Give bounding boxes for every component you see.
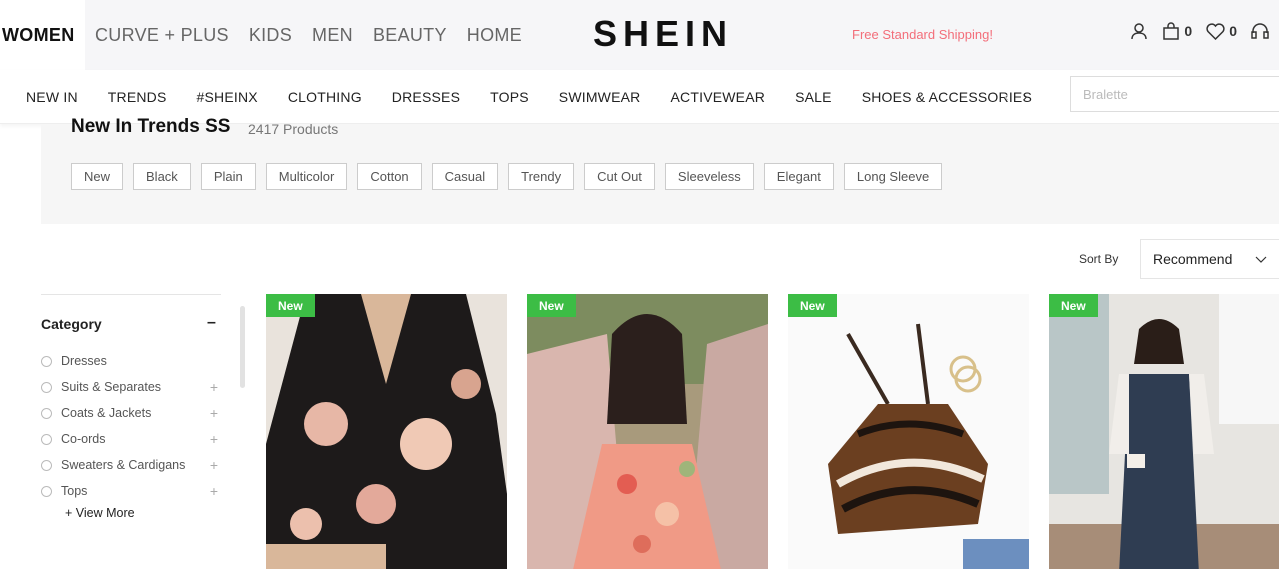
collapse-icon[interactable]: –: [207, 314, 216, 332]
nav-dresses[interactable]: DRESSES: [392, 89, 460, 105]
bag-icon: [1163, 22, 1180, 40]
nav-tops[interactable]: TOPS: [490, 89, 529, 105]
tab-curve-plus[interactable]: CURVE + PLUS: [85, 0, 239, 70]
radio-icon[interactable]: [41, 485, 52, 497]
tag-black[interactable]: Black: [133, 163, 191, 190]
chevron-left-icon[interactable]: ‹: [1004, 88, 1009, 104]
radio-icon[interactable]: [41, 433, 52, 445]
sidebar-item-label: Suits & Separates: [61, 380, 162, 394]
product-card[interactable]: New: [1049, 294, 1279, 569]
sidebar-item-label: Tops: [61, 484, 88, 498]
product-image[interactable]: [788, 294, 1029, 569]
tag-plain[interactable]: Plain: [200, 163, 256, 190]
tag-cotton[interactable]: Cotton: [357, 163, 422, 190]
cart-count: 0: [1184, 23, 1193, 39]
radio-icon[interactable]: [41, 459, 52, 471]
nav-sale[interactable]: SALE: [795, 89, 832, 105]
sidebar-item-coords[interactable]: Co-ords +: [41, 426, 221, 452]
logo[interactable]: SHEIN: [593, 13, 733, 55]
nav-trends[interactable]: TRENDS: [108, 89, 167, 105]
view-more-link[interactable]: + View More: [65, 506, 135, 520]
product-card[interactable]: New: [788, 294, 1029, 569]
sort-value: Recommend: [1153, 251, 1233, 267]
radio-icon[interactable]: [41, 407, 52, 419]
sidebar-title[interactable]: Category: [41, 316, 102, 332]
top-tabs: WOMEN CURVE + PLUS KIDS MEN BEAUTY HOME: [0, 0, 532, 70]
promo-text[interactable]: Free Standard Shipping!: [852, 27, 993, 42]
sidebar-item-suits[interactable]: Suits & Separates +: [41, 374, 221, 400]
tag-cut-out[interactable]: Cut Out: [584, 163, 655, 190]
chevron-right-icon[interactable]: ›: [1023, 88, 1028, 104]
nav-sheinx[interactable]: #SHEINX: [197, 89, 258, 105]
sidebar-item-label: Sweaters & Cardigans: [61, 458, 186, 472]
product-image[interactable]: [266, 294, 507, 569]
expand-icon[interactable]: +: [210, 405, 218, 421]
tab-beauty[interactable]: BEAUTY: [363, 0, 457, 70]
sidebar-item-coats[interactable]: Coats & Jackets +: [41, 400, 221, 426]
product-image[interactable]: [527, 294, 768, 569]
tag-sleeveless[interactable]: Sleeveless: [664, 163, 754, 190]
expand-icon[interactable]: +: [210, 431, 218, 447]
sidebar-item-label: Dresses: [61, 354, 107, 368]
heart-icon: [1206, 22, 1225, 40]
radio-icon[interactable]: [41, 381, 52, 393]
sidebar-item-tops[interactable]: Tops +: [41, 478, 221, 504]
wishlist-button[interactable]: 0: [1206, 22, 1237, 40]
tab-kids[interactable]: KIDS: [239, 0, 302, 70]
new-badge: New: [1049, 294, 1098, 317]
tag-new[interactable]: New: [71, 163, 124, 190]
tag-multicolor[interactable]: Multicolor: [265, 163, 348, 190]
account-button[interactable]: [1130, 22, 1148, 40]
product-count: 2417 Products: [248, 121, 339, 137]
nav-new-in[interactable]: NEW IN: [26, 89, 78, 105]
search-input[interactable]: [1071, 77, 1279, 111]
tab-women[interactable]: WOMEN: [0, 0, 85, 70]
filter-tags: New Black Plain Multicolor Cotton Casual…: [71, 163, 943, 190]
tag-casual[interactable]: Casual: [431, 163, 499, 190]
headset-icon: [1251, 23, 1269, 39]
nav-swimwear[interactable]: SWIMWEAR: [559, 89, 641, 105]
sidebar-item-dresses[interactable]: Dresses: [41, 348, 221, 374]
sidebar-divider: [41, 294, 221, 295]
new-badge: New: [266, 294, 315, 317]
expand-icon[interactable]: +: [210, 379, 218, 395]
search-box: [1070, 76, 1279, 112]
nav-clothing[interactable]: CLOTHING: [288, 89, 362, 105]
radio-icon[interactable]: [41, 355, 52, 367]
sidebar-item-label: Coats & Jackets: [61, 406, 152, 420]
user-icon: [1131, 23, 1148, 40]
cart-button[interactable]: 0: [1162, 22, 1192, 40]
sidebar-scrollbar[interactable]: [240, 306, 245, 388]
sidebar-item-label: Co-ords: [61, 432, 106, 446]
support-button[interactable]: [1251, 22, 1269, 40]
expand-icon[interactable]: +: [210, 457, 218, 473]
tag-trendy[interactable]: Trendy: [508, 163, 575, 190]
product-card[interactable]: New: [266, 294, 507, 569]
nav-activewear[interactable]: ACTIVEWEAR: [671, 89, 766, 105]
sidebar-item-sweaters[interactable]: Sweaters & Cardigans +: [41, 452, 221, 478]
expand-icon[interactable]: +: [210, 483, 218, 499]
page-title: New In Trends SS: [71, 116, 231, 137]
chevron-down-icon: [1255, 256, 1267, 263]
tab-men[interactable]: MEN: [302, 0, 363, 70]
header-icons: 0 0: [1130, 22, 1269, 40]
category-list: Dresses Suits & Separates + Coats & Jack…: [41, 348, 221, 504]
product-image[interactable]: [1049, 294, 1279, 569]
wishlist-count: 0: [1229, 23, 1237, 39]
product-card[interactable]: New: [527, 294, 768, 569]
tag-long-sleeve[interactable]: Long Sleeve: [843, 163, 943, 190]
nav-arrows: ‹ ›: [1004, 88, 1027, 104]
top-bar: WOMEN CURVE + PLUS KIDS MEN BEAUTY HOME …: [0, 0, 1279, 70]
new-badge: New: [527, 294, 576, 317]
tab-home[interactable]: HOME: [457, 0, 532, 70]
tag-elegant[interactable]: Elegant: [763, 163, 834, 190]
new-badge: New: [788, 294, 837, 317]
sort-label: Sort By: [1079, 252, 1119, 266]
sort-select[interactable]: Recommend: [1140, 239, 1279, 279]
